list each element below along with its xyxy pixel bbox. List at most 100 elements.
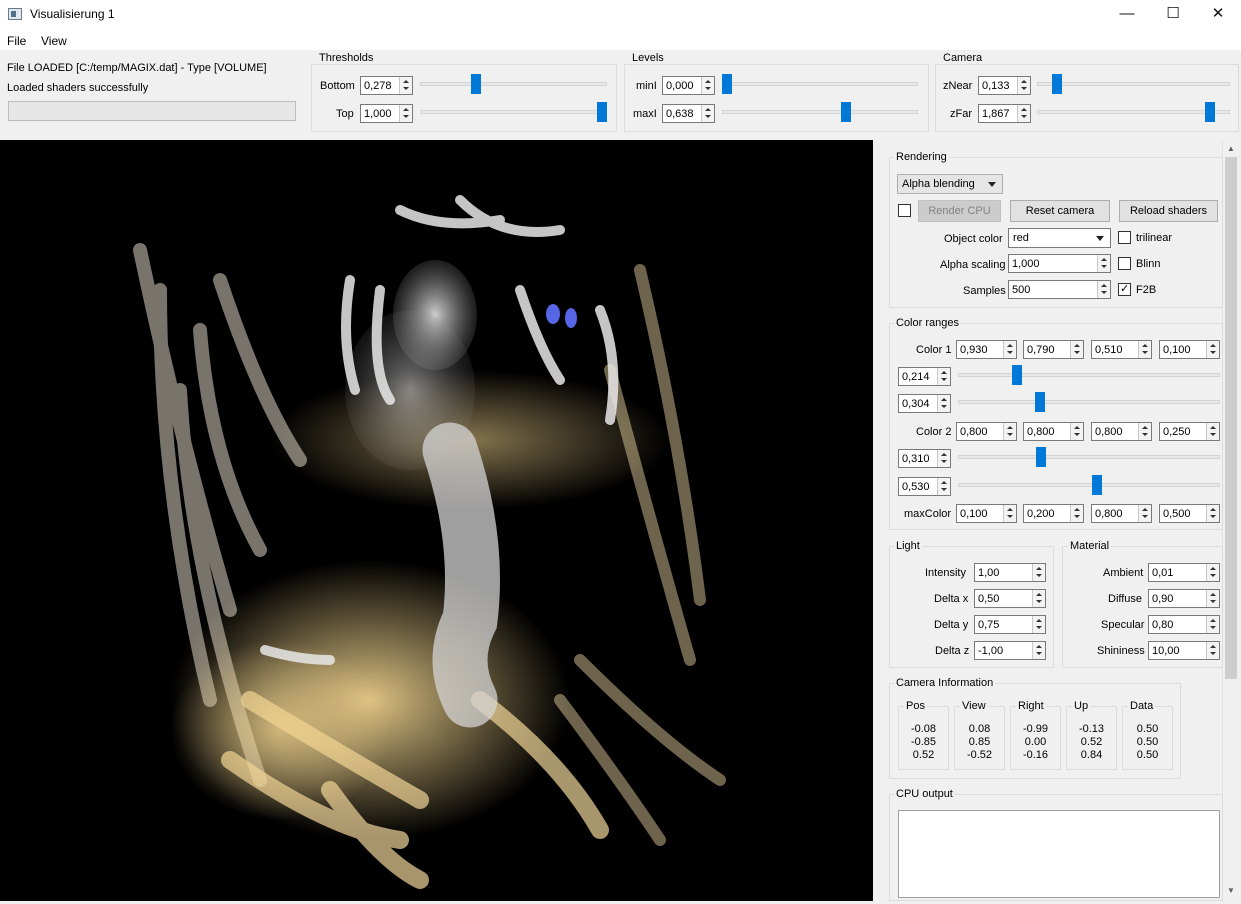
bottom-spinbox[interactable]: 0,278 <box>360 76 413 95</box>
cam-col-up-title: Up <box>1072 700 1091 712</box>
maxcolor-r-spinbox[interactable]: 0,100 <box>956 504 1017 523</box>
render-cpu-button[interactable]: Render CPU <box>918 200 1001 222</box>
samples-spinbox[interactable]: 500 <box>1008 280 1111 299</box>
f2b-label: F2B <box>1136 284 1157 296</box>
ambient-spinbox[interactable]: 0,01 <box>1148 563 1220 582</box>
cpu-output-title: CPU output <box>894 788 955 800</box>
delta-y-spinbox[interactable]: 0,75 <box>974 615 1046 634</box>
range1a-slider-track[interactable] <box>958 373 1220 377</box>
bottom-slider-handle[interactable] <box>471 74 481 94</box>
cam-right-values: -0.99 0.00 -0.16 <box>1022 723 1049 761</box>
light-title: Light <box>894 540 922 552</box>
camera-info-title: Camera Information <box>894 677 996 689</box>
znear-slider-track[interactable] <box>1037 82 1230 86</box>
render-mode-select[interactable]: Alpha blending <box>897 174 1003 194</box>
mini-slider-track[interactable] <box>722 82 918 86</box>
range1b-slider-handle[interactable] <box>1035 392 1045 412</box>
specular-spinbox[interactable]: 0,80 <box>1148 615 1220 634</box>
rendering-title: Rendering <box>894 151 949 163</box>
object-color-select[interactable]: red <box>1008 228 1111 248</box>
cam-col-pos-title: Pos <box>904 700 927 712</box>
cam-col-data-title: Data <box>1128 700 1156 712</box>
samples-label: Samples <box>963 285 1006 297</box>
znear-slider-handle[interactable] <box>1052 74 1062 94</box>
color1-r-spinbox[interactable]: 0,930 <box>956 340 1017 359</box>
maxi-slider-track[interactable] <box>722 110 918 114</box>
delta-x-spinbox[interactable]: 0,50 <box>974 589 1046 608</box>
bottom-label: Bottom <box>320 80 355 92</box>
range1b-spinbox[interactable]: 0,304 <box>898 394 951 413</box>
top-slider-handle[interactable] <box>597 102 607 122</box>
cpu-output-textarea[interactable] <box>898 810 1220 898</box>
range2b-slider-track[interactable] <box>958 483 1220 487</box>
color1-g-spinbox[interactable]: 0,790 <box>1023 340 1084 359</box>
mini-spinbox[interactable]: 0,000 <box>662 76 715 95</box>
maxcolor-label: maxColor <box>904 508 952 520</box>
maxcolor-g-spinbox[interactable]: 0,200 <box>1023 504 1084 523</box>
levels-title: Levels <box>630 52 666 64</box>
menu-file[interactable]: File <box>7 34 26 48</box>
bottom-slider-track[interactable] <box>420 82 607 86</box>
delta-z-spinbox[interactable]: -1,00 <box>974 641 1046 660</box>
blinn-label: Blinn <box>1136 258 1161 270</box>
zfar-label: zFar <box>950 108 972 120</box>
alpha-scaling-spinbox[interactable]: 1,000 <box>1008 254 1111 273</box>
close-button[interactable]: ✕ <box>1195 0 1241 30</box>
specular-label: Specular <box>1101 619 1145 631</box>
cam-data-values: 0.50 0.50 0.50 <box>1136 723 1159 761</box>
cam-view-values: 0.08 0.85 -0.52 <box>966 723 993 761</box>
range2b-slider-handle[interactable] <box>1092 475 1102 495</box>
delta-x-label: Delta x <box>934 593 969 605</box>
range2a-slider-handle[interactable] <box>1036 447 1046 467</box>
zfar-slider-track[interactable] <box>1037 110 1230 114</box>
scrollbar-thumb[interactable] <box>1225 157 1237 679</box>
maxi-slider-handle[interactable] <box>841 102 851 122</box>
scroll-down-icon[interactable]: ▼ <box>1225 886 1237 898</box>
znear-spinbox[interactable]: 0,133 <box>978 76 1031 95</box>
range1a-spinbox[interactable]: 0,214 <box>898 367 951 386</box>
color2-r-spinbox[interactable]: 0,800 <box>956 422 1017 441</box>
range2a-spinbox[interactable]: 0,310 <box>898 449 951 468</box>
reload-shaders-button[interactable]: Reload shaders <box>1119 200 1218 222</box>
color1-a-spinbox[interactable]: 0,100 <box>1159 340 1220 359</box>
maxcolor-b-spinbox[interactable]: 0,800 <box>1091 504 1152 523</box>
minimize-button[interactable]: — <box>1104 0 1150 30</box>
zfar-spinbox[interactable]: 1,867 <box>978 104 1031 123</box>
range2a-slider-track[interactable] <box>958 455 1220 459</box>
trilinear-checkbox[interactable] <box>1118 231 1131 244</box>
menu-view[interactable]: View <box>41 34 67 48</box>
trilinear-label: trilinear <box>1136 232 1173 244</box>
reset-camera-button[interactable]: Reset camera <box>1010 200 1110 222</box>
color2-b-spinbox[interactable]: 0,800 <box>1091 422 1152 441</box>
shader-status: Loaded shaders successfully <box>7 82 149 94</box>
shininess-label: Shininess <box>1097 645 1145 657</box>
top-spinbox[interactable]: 1,000 <box>360 104 413 123</box>
intensity-spinbox[interactable]: 1,00 <box>974 563 1046 582</box>
color1-b-spinbox[interactable]: 0,510 <box>1091 340 1152 359</box>
render-cpu-checkbox[interactable] <box>898 204 911 217</box>
thresholds-group <box>311 64 617 132</box>
diffuse-spinbox[interactable]: 0,90 <box>1148 589 1220 608</box>
color-ranges-title: Color ranges <box>894 317 961 329</box>
maxcolor-a-spinbox[interactable]: 0,500 <box>1159 504 1220 523</box>
app-icon <box>8 8 22 20</box>
zfar-slider-handle[interactable] <box>1205 102 1215 122</box>
range2b-spinbox[interactable]: 0,530 <box>898 477 951 496</box>
window-title: Visualisierung 1 <box>30 7 115 21</box>
f2b-checkbox[interactable] <box>1118 282 1131 296</box>
maximize-button[interactable]: ☐ <box>1150 0 1196 30</box>
camera-title: Camera <box>941 52 985 64</box>
shininess-spinbox[interactable]: 10,00 <box>1148 641 1220 660</box>
top-slider-track[interactable] <box>420 110 607 114</box>
range1a-slider-handle[interactable] <box>1012 365 1022 385</box>
alpha-scaling-label: Alpha scaling <box>940 259 1006 271</box>
blinn-checkbox[interactable] <box>1118 257 1131 270</box>
volume-render-viewport[interactable] <box>0 140 873 901</box>
color2-a-spinbox[interactable]: 0,250 <box>1159 422 1220 441</box>
maxi-spinbox[interactable]: 0,638 <box>662 104 715 123</box>
color2-g-spinbox[interactable]: 0,800 <box>1023 422 1084 441</box>
scroll-up-icon[interactable]: ▲ <box>1225 144 1237 156</box>
cam-pos-values: -0.08 -0.85 0.52 <box>910 723 937 761</box>
mini-slider-handle[interactable] <box>722 74 732 94</box>
range1b-slider-track[interactable] <box>958 400 1220 404</box>
